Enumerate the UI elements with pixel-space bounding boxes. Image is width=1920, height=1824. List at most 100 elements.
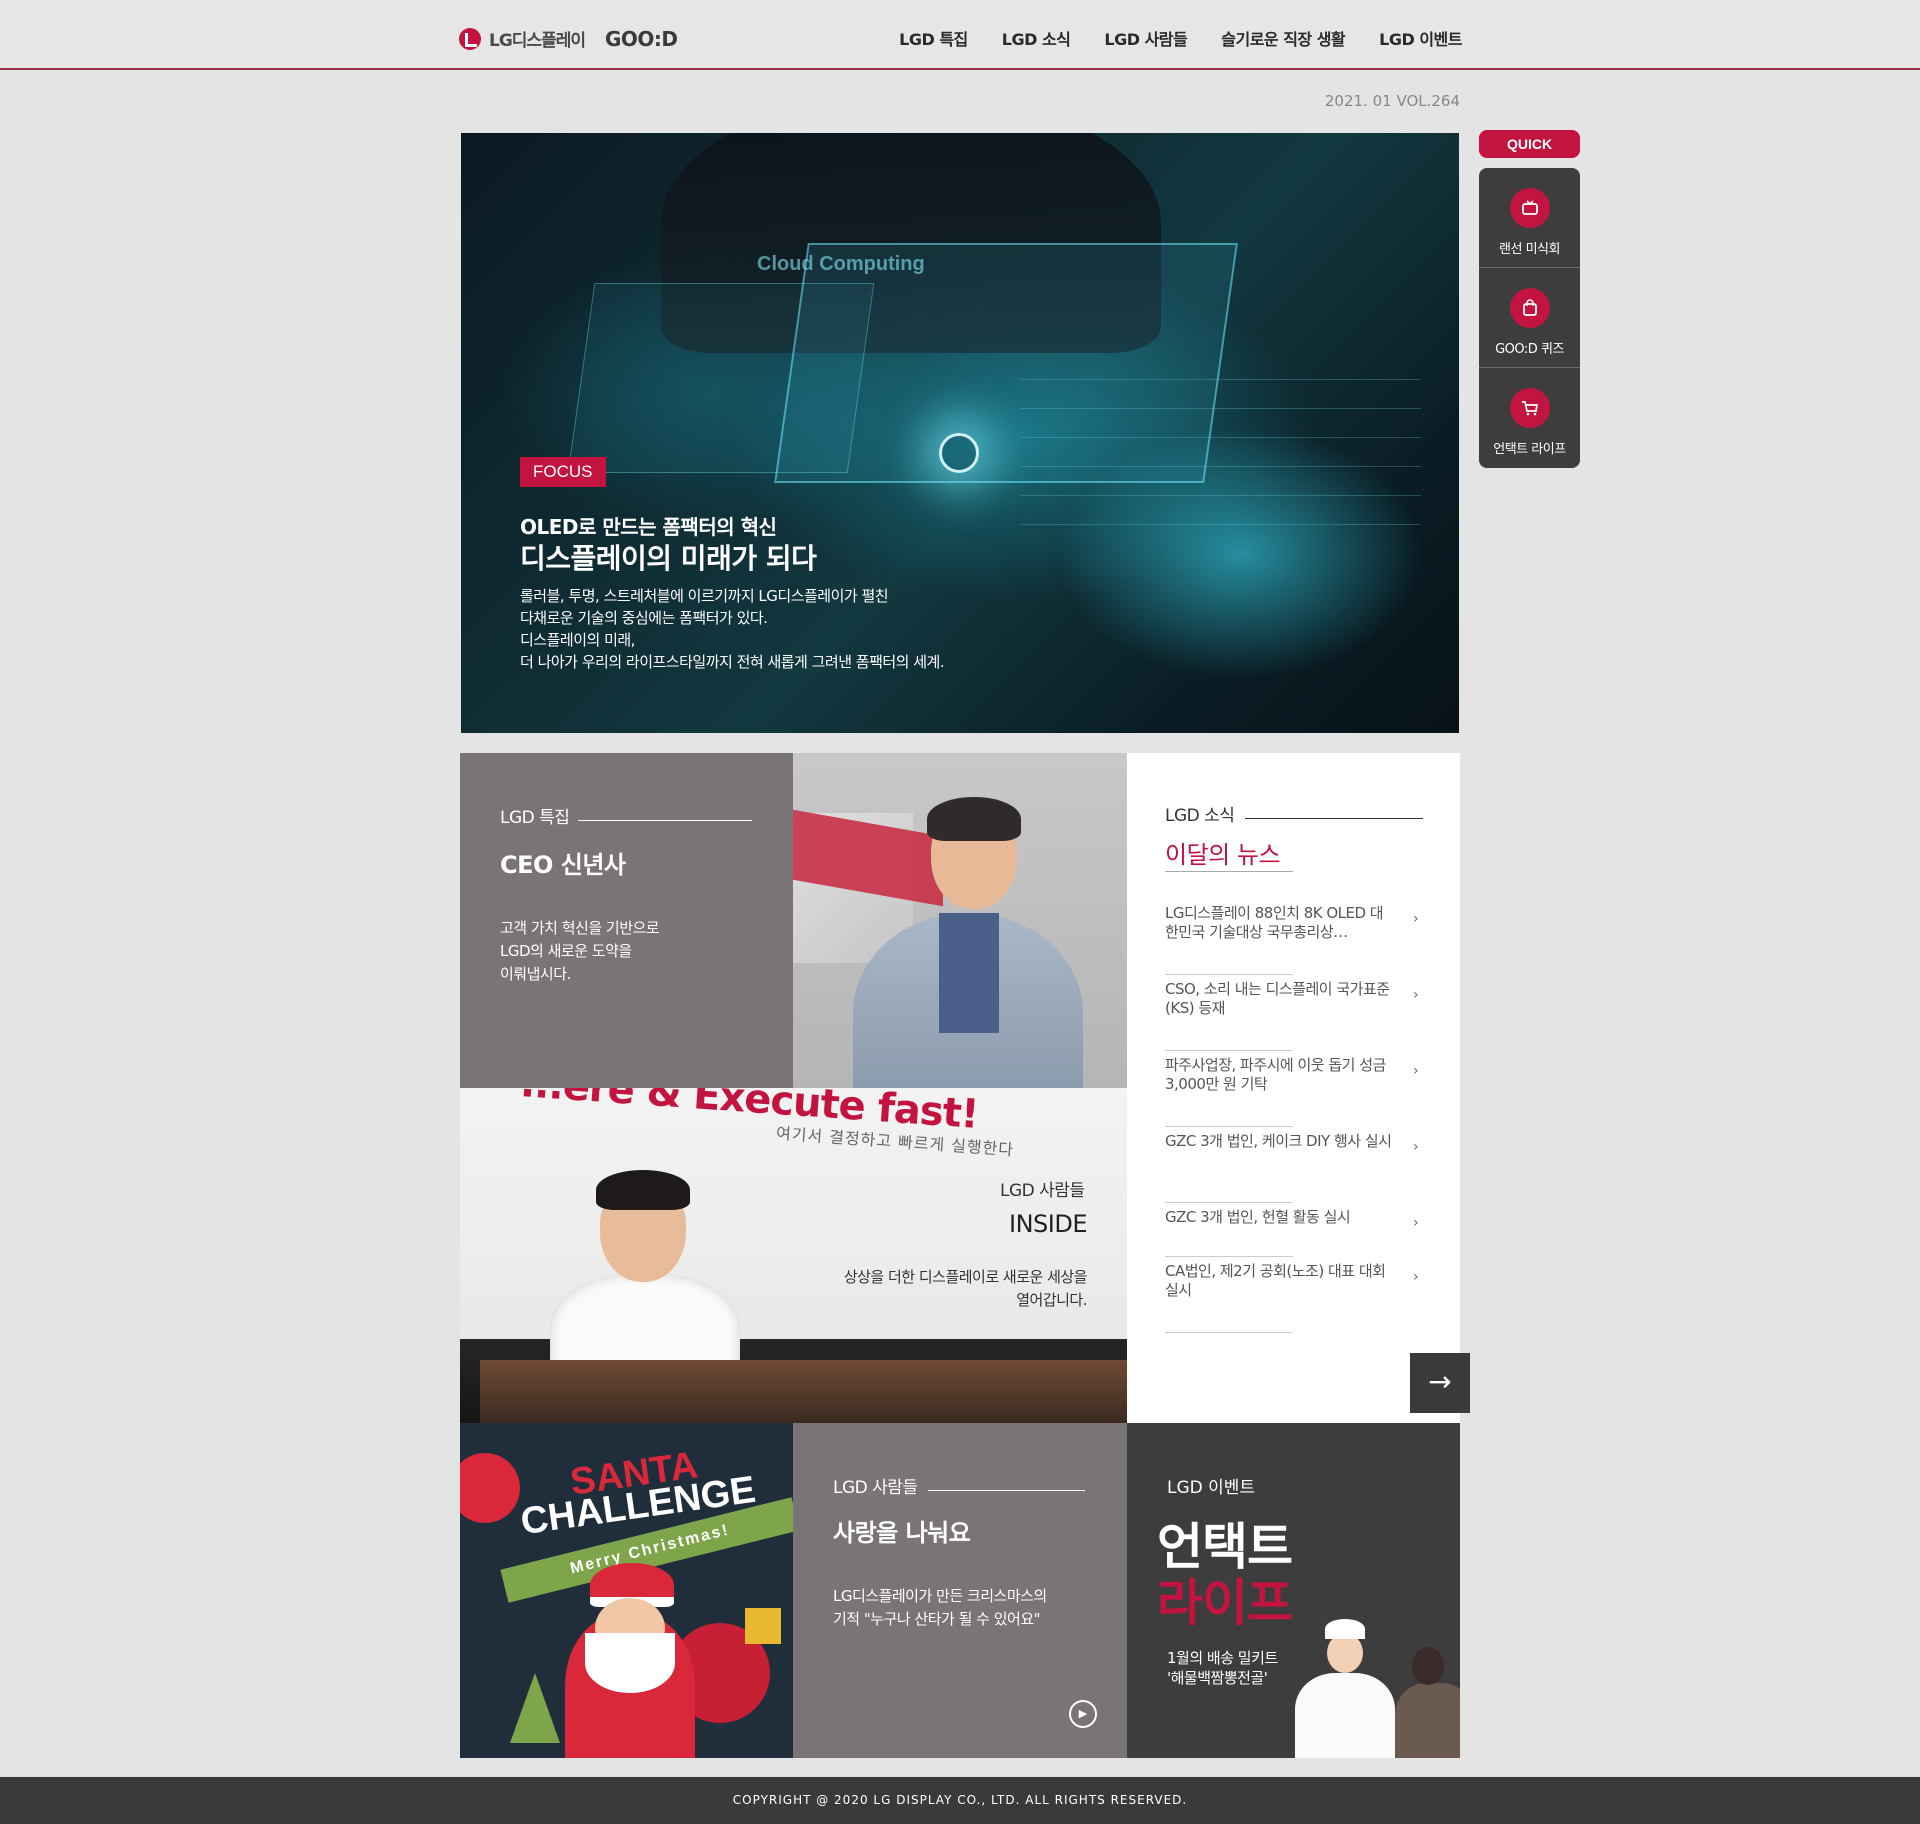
- chevron-right-icon: ›: [1413, 911, 1419, 927]
- news-item[interactable]: 파주사업장, 파주시에 이웃 돕기 성금 3,000만 원 기탁 ›: [1165, 1051, 1419, 1127]
- ceo-feature-card[interactable]: LGD 특집 CEO 신년사 고객 가치 혁신을 기반으로 LGD의 새로운 도…: [460, 753, 793, 1088]
- chevron-right-icon: ›: [1413, 987, 1419, 1003]
- news-list: LG디스플레이 88인치 8K OLED 대한민국 기술대상 국무총리상… › C…: [1165, 899, 1425, 1333]
- title-underline: [1165, 871, 1293, 872]
- desk: [480, 1360, 1127, 1423]
- news-more-button[interactable]: →: [1410, 1353, 1470, 1413]
- news-category: LGD 소식: [1165, 806, 1235, 826]
- desc-line: 고객 가치 혁신을 기반으로: [500, 919, 660, 937]
- santa-challenge-image[interactable]: SANTA CHALLENGE Merry Christmas!: [460, 1423, 793, 1758]
- arrow-right-icon: →: [1428, 1365, 1452, 1398]
- quick-menu: QUICK 랜선 미식회 GOO:D 퀴즈 언택트 라이프: [1479, 130, 1580, 468]
- nav-item-feature[interactable]: LGD 특집: [899, 26, 968, 50]
- news-title: 이달의 뉴스: [1165, 841, 1281, 869]
- ceo-photo[interactable]: [793, 753, 1127, 1088]
- quick-item-label: GOO:D 퀴즈: [1495, 342, 1564, 357]
- focus-badge: FOCUS: [520, 457, 606, 487]
- logo-text: LG디스플레이: [489, 31, 586, 51]
- desc-line: LGD의 새로운 도약을: [500, 942, 632, 960]
- ceo-figure-shirt: [939, 913, 999, 1033]
- tv-icon: [1509, 188, 1550, 228]
- chef-figure-head: [1327, 1633, 1363, 1673]
- news-item-text: 파주사업장, 파주시에 이웃 돕기 성금 3,000만 원 기탁: [1165, 1056, 1386, 1093]
- news-item-text: GZC 3개 법인, 헌혈 활동 실시: [1165, 1208, 1351, 1226]
- card-description: 1월의 배송 밀키트 '해물백짬뽕전골': [1167, 1648, 1278, 1688]
- desc-line: 열어갑니다.: [1016, 1291, 1087, 1309]
- news-item[interactable]: CA법인, 제2기 공회(노조) 대표 대회 실시 ›: [1165, 1257, 1419, 1333]
- quick-item-quiz[interactable]: GOO:D 퀴즈: [1479, 268, 1580, 368]
- desc-line: 1월의 배송 밀키트: [1167, 1649, 1278, 1667]
- chevron-right-icon: ›: [1413, 1215, 1419, 1231]
- person-figure-hair: [596, 1170, 690, 1210]
- card-category: LGD 특집: [500, 808, 570, 828]
- card-description: LG디스플레이가 만든 크리스마스의 기적 "누구나 산타가 될 수 있어요": [833, 1585, 1047, 1631]
- quick-menu-list: 랜선 미식회 GOO:D 퀴즈 언택트 라이프: [1479, 168, 1580, 468]
- main-nav: LGD 특집 LGD 소식 LGD 사람들 슬기로운 직장 생활 LGD 이벤트: [899, 26, 1462, 50]
- lock-icon: [939, 433, 979, 473]
- nav-item-news[interactable]: LGD 소식: [1002, 26, 1071, 50]
- hero-desc-line: 롤러블, 투명, 스트레처블에 이르기까지 LG디스플레이가 펼친: [520, 587, 889, 605]
- card-title: 사랑을 나눠요: [833, 1519, 971, 1547]
- site-header: LG디스플레이 GOO:D LGD 특집 LGD 소식 LGD 사람들 슬기로운…: [0, 0, 1920, 70]
- hero-desc-line: 다채로운 기술의 중심에는 폼팩터가 있다.: [520, 609, 768, 627]
- quick-item-label: 언택트 라이프: [1493, 442, 1566, 457]
- ceo-figure-hair: [927, 797, 1021, 841]
- hero-description: 롤러블, 투명, 스트레처블에 이르기까지 LG디스플레이가 펼친 다채로운 기…: [520, 585, 945, 673]
- hero-desc-line: 더 나아가 우리의 라이프스타일까지 전혀 새롭게 그려낸 폼팩터의 세계.: [520, 653, 945, 671]
- issue-number: 2021. 01 VOL.264: [1324, 92, 1460, 110]
- hero-desc-line: 디스플레이의 미래,: [520, 631, 635, 649]
- news-item[interactable]: CSO, 소리 내는 디스플레이 국가표준(KS) 등재 ›: [1165, 975, 1419, 1051]
- quick-item-lanseon[interactable]: 랜선 미식회: [1479, 168, 1580, 268]
- staff-figure-body: [1395, 1683, 1460, 1758]
- staff-figure-head: [1412, 1647, 1444, 1685]
- card-description: 고객 가치 혁신을 기반으로 LGD의 새로운 도약을 이뤄냅시다.: [500, 917, 660, 986]
- news-panel: LGD 소식 이달의 뉴스 LG디스플레이 88인치 8K OLED 대한민국 …: [1127, 753, 1460, 1423]
- quick-item-untact[interactable]: 언택트 라이프: [1479, 368, 1580, 468]
- category-divider: [928, 1490, 1085, 1491]
- share-love-card[interactable]: LGD 사람들 사랑을 나눠요 LG디스플레이가 만든 크리스마스의 기적 "누…: [793, 1423, 1127, 1758]
- hero-title: 디스플레이의 미래가 되다: [520, 542, 817, 575]
- news-item-text: LG디스플레이 88인치 8K OLED 대한민국 기술대상 국무총리상…: [1165, 904, 1384, 941]
- site-logo[interactable]: LG디스플레이 GOO:D: [459, 26, 678, 51]
- hero-image-text: Cloud Computing: [757, 253, 925, 275]
- card-category: LGD 이벤트: [1167, 1478, 1256, 1498]
- quick-item-label: 랜선 미식회: [1499, 242, 1560, 257]
- desc-line: LG디스플레이가 만든 크리스마스의: [833, 1587, 1047, 1605]
- site-footer: COPYRIGHT @ 2020 LG DISPLAY CO., LTD. AL…: [0, 1777, 1920, 1824]
- card-title: INSIDE: [1009, 1210, 1088, 1238]
- inside-card[interactable]: ...ere & Execute fast! 여기서 결정하고 빠르게 실행한다…: [460, 1088, 1127, 1423]
- news-item[interactable]: LG디스플레이 88인치 8K OLED 대한민국 기술대상 국무총리상… ›: [1165, 899, 1419, 975]
- event-headline-accent: 라이프: [1157, 1574, 1293, 1632]
- category-divider: [1245, 818, 1423, 819]
- event-card[interactable]: LGD 이벤트 언택트 라이프 1월의 배송 밀키트 '해물백짬뽕전골': [1127, 1423, 1460, 1758]
- hero-hologram-lines: [1021, 353, 1421, 553]
- nav-item-worklife[interactable]: 슬기로운 직장 생활: [1221, 26, 1345, 50]
- chef-figure-body: [1295, 1673, 1395, 1758]
- bag-icon: [1509, 288, 1550, 328]
- desc-line: 상상을 더한 디스플레이로 새로운 세상을: [843, 1268, 1088, 1286]
- magazine-name: GOO:D: [605, 26, 678, 51]
- chevron-right-icon: ›: [1413, 1139, 1419, 1155]
- news-item[interactable]: GZC 3개 법인, 헌혈 활동 실시 ›: [1165, 1203, 1419, 1257]
- card-category: LGD 사람들: [833, 1478, 918, 1498]
- reindeer-balloon-icon: [460, 1453, 520, 1523]
- gift-box-icon: [745, 1608, 781, 1644]
- chevron-right-icon: ›: [1413, 1063, 1419, 1079]
- hero-banner[interactable]: Cloud Computing FOCUS OLED로 만드는 폼팩터의 혁신 …: [461, 133, 1459, 733]
- card-description: 상상을 더한 디스플레이로 새로운 세상을 열어갑니다.: [843, 1266, 1088, 1312]
- news-item-text: CA법인, 제2기 공회(노조) 대표 대회 실시: [1165, 1262, 1386, 1299]
- chef-hat: [1325, 1619, 1365, 1639]
- category-divider: [578, 820, 752, 821]
- desc-line: 이뤄냅시다.: [500, 965, 571, 983]
- quick-menu-title: QUICK: [1479, 130, 1580, 158]
- chevron-right-icon: ›: [1413, 1269, 1419, 1285]
- nav-item-people[interactable]: LGD 사람들: [1104, 26, 1187, 50]
- christmas-tree-icon: [510, 1673, 560, 1743]
- hero-subtitle: OLED로 만드는 폼팩터의 혁신: [520, 515, 777, 539]
- card-title: CEO 신년사: [500, 851, 626, 879]
- nav-item-event[interactable]: LGD 이벤트: [1379, 26, 1462, 50]
- santa-beard: [585, 1633, 675, 1693]
- card-category: LGD 사람들: [1000, 1181, 1085, 1201]
- play-icon[interactable]: ▶: [1069, 1700, 1097, 1728]
- news-item[interactable]: GZC 3개 법인, 케이크 DIY 행사 실시 ›: [1165, 1127, 1419, 1203]
